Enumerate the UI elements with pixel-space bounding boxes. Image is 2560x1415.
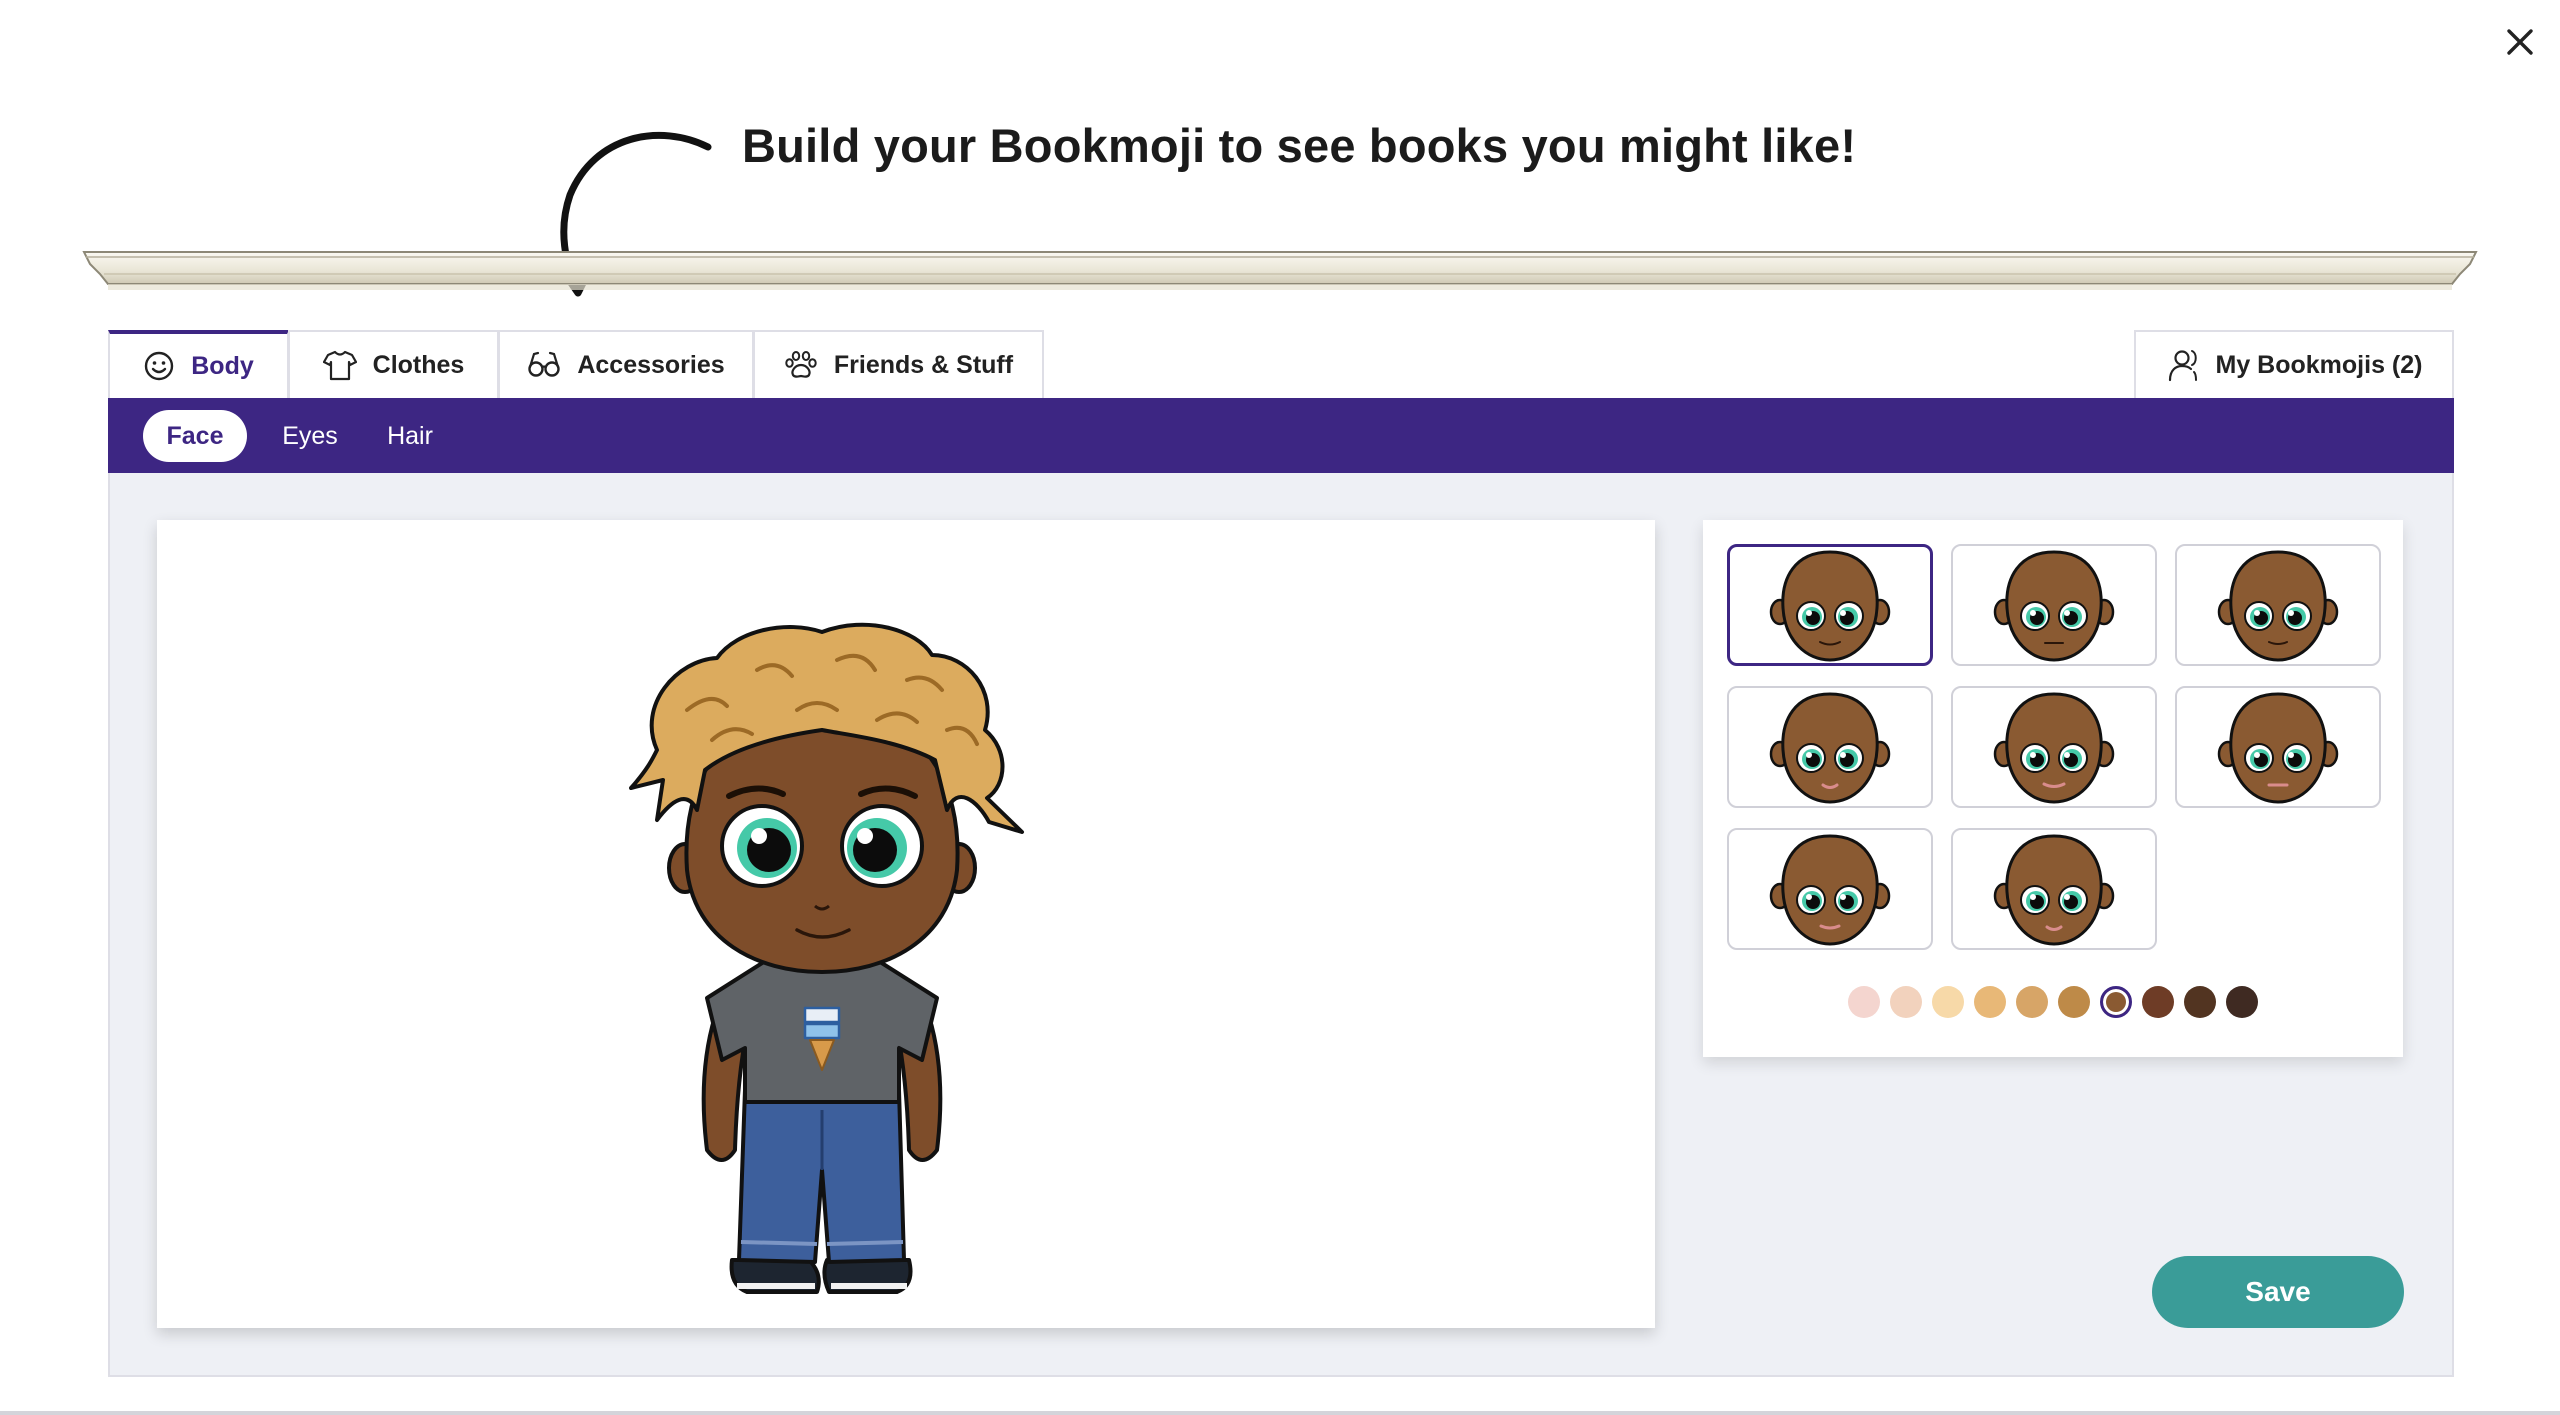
- face-options-grid: [1727, 544, 2383, 950]
- skin-color-swatch[interactable]: [1974, 986, 2006, 1018]
- paw-icon: [785, 351, 817, 378]
- face-options-panel: [1703, 520, 2403, 1057]
- face-option[interactable]: [1727, 828, 1933, 950]
- subtab-face[interactable]: Face: [143, 410, 247, 462]
- skin-color-swatch[interactable]: [2100, 986, 2132, 1018]
- tab-body-label: Body: [191, 351, 254, 380]
- face-option[interactable]: [2175, 686, 2381, 808]
- face-option[interactable]: [1951, 828, 2157, 950]
- face-option[interactable]: [1951, 544, 2157, 666]
- glasses-icon: [528, 351, 561, 377]
- user-icon: [2168, 350, 2197, 382]
- subtab-eyes[interactable]: Eyes: [270, 410, 350, 462]
- shirt-icon: [322, 350, 357, 381]
- tab-accessories[interactable]: Accessories: [498, 330, 754, 398]
- face-thumbnail: [1769, 692, 1891, 804]
- skin-color-swatch[interactable]: [2226, 986, 2258, 1018]
- skin-color-swatch[interactable]: [1890, 986, 1922, 1018]
- skin-color-swatch[interactable]: [2142, 986, 2174, 1018]
- skin-color-swatches: [1703, 986, 2403, 1020]
- close-icon: [2507, 29, 2533, 55]
- skin-color-swatch[interactable]: [2184, 986, 2216, 1018]
- main-tab-bar: Body Clothes Accessories Friends & Stuff: [108, 330, 2454, 398]
- face-option[interactable]: [1727, 544, 1933, 666]
- face-thumbnail: [1993, 834, 2115, 946]
- face-option[interactable]: [1727, 686, 1933, 808]
- face-thumbnail: [2217, 692, 2339, 804]
- tab-accessories-label: Accessories: [577, 350, 725, 379]
- shelf-decoration: [82, 251, 2478, 290]
- tab-clothes[interactable]: Clothes: [288, 330, 499, 398]
- skin-color-swatch[interactable]: [1848, 986, 1880, 1018]
- face-option[interactable]: [2175, 544, 2381, 666]
- face-thumbnail: [2217, 550, 2339, 662]
- face-thumbnail: [1993, 692, 2115, 804]
- avatar-preview-panel: [157, 520, 1655, 1328]
- bookmoji-avatar: [629, 622, 1024, 1294]
- face-thumbnail: [1769, 550, 1891, 662]
- my-bookmojis-button[interactable]: My Bookmojis (2): [2134, 330, 2454, 398]
- skin-color-swatch[interactable]: [2058, 986, 2090, 1018]
- tab-friends-stuff[interactable]: Friends & Stuff: [753, 330, 1044, 398]
- skin-color-swatch[interactable]: [1932, 986, 1964, 1018]
- smiley-icon: [145, 351, 174, 381]
- face-thumbnail: [1769, 834, 1891, 946]
- close-button[interactable]: [2498, 20, 2542, 64]
- sub-nav-bar: Face Eyes Hair: [108, 398, 2454, 473]
- subtab-hair[interactable]: Hair: [378, 410, 442, 462]
- save-button[interactable]: Save: [2152, 1256, 2404, 1328]
- skin-color-swatch[interactable]: [2016, 986, 2048, 1018]
- face-option[interactable]: [1951, 686, 2157, 808]
- tab-clothes-label: Clothes: [372, 350, 465, 379]
- face-thumbnail: [1993, 550, 2115, 662]
- tab-friends-stuff-label: Friends & Stuff: [833, 350, 1014, 379]
- my-bookmojis-label: My Bookmojis (2): [2215, 350, 2423, 379]
- tab-body[interactable]: Body: [108, 330, 289, 398]
- bottom-divider: [0, 1411, 2560, 1415]
- page-headline: Build your Bookmoji to see books you mig…: [742, 119, 1857, 172]
